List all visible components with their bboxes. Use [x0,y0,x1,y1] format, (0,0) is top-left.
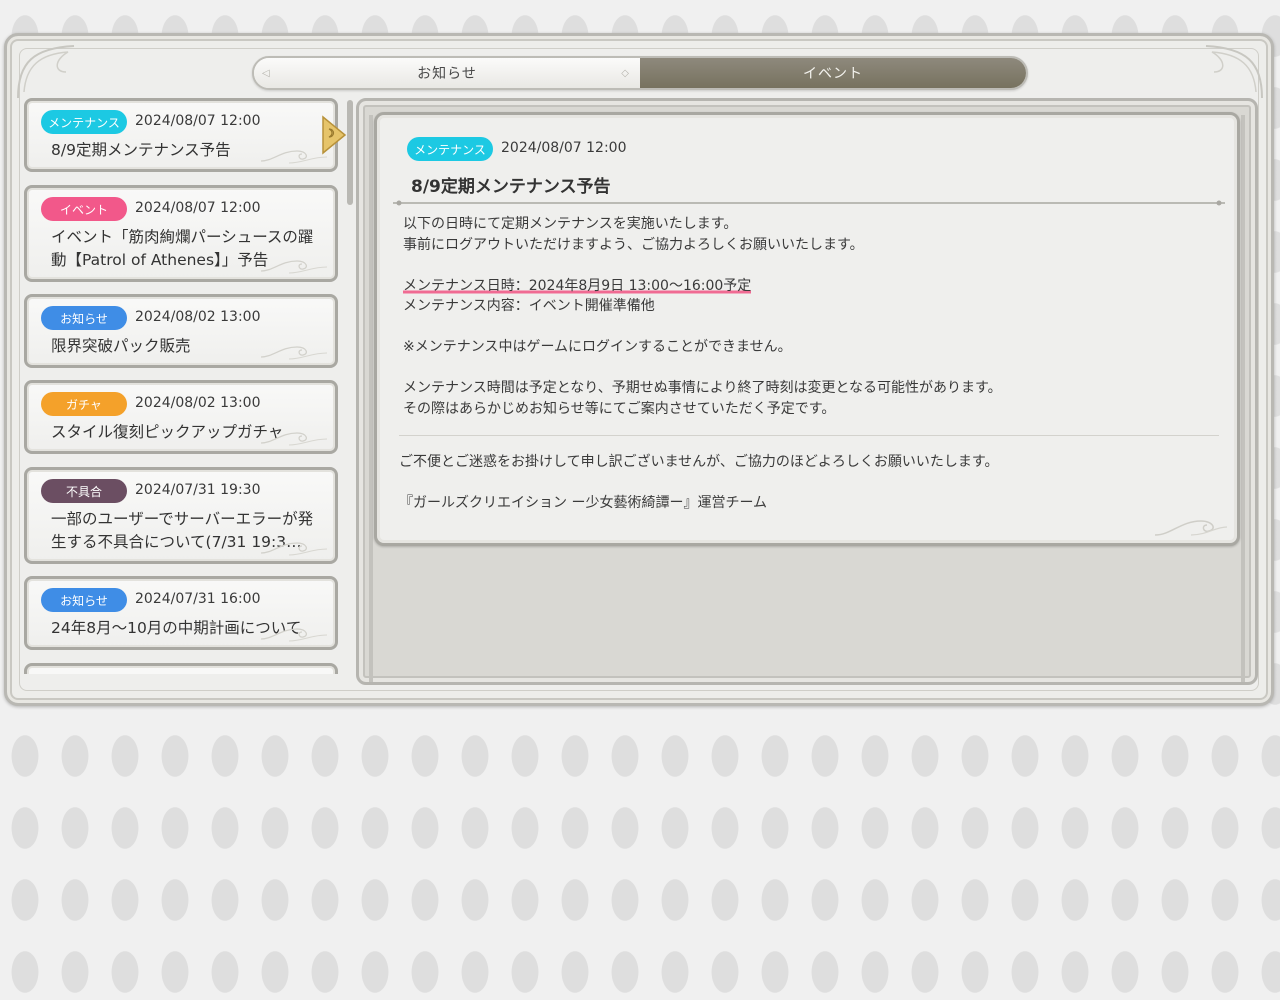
news-date: 2024/08/02 13:00 [135,395,261,411]
tab-label: お知らせ [417,66,477,82]
selected-pointer-icon [322,115,347,155]
card-flourish-icon [260,542,328,556]
detail-body-line: 以下の日時にて定期メンテナンスを実施いたします。 [403,216,738,232]
detail-body-line [403,255,1223,276]
news-list-item-partial[interactable] [24,663,338,674]
card-flourish-icon [260,260,328,274]
news-date: 2024/08/02 13:00 [135,309,261,325]
news-date: 2024/08/07 12:00 [135,200,261,216]
detail-footer-line: ご不便とご迷惑をお掛けして申し訳ございませんが、ご協力のほどよろしくお願いいたし… [399,454,999,470]
highlighted-maintenance-time: メンテナンス日時：2024年8月9日 13:00〜16:00予定 [403,277,752,294]
detail-body-line: その際はあらかじめお知らせ等にてご案内させていただく予定です。 [403,400,836,417]
tab-right-arrow-icon: ◇ [621,67,630,79]
detail-title-rule [393,200,1225,206]
tab-event[interactable]: イベント [640,58,1026,88]
news-list-scrollbar[interactable] [347,100,353,205]
category-badge: 不具合 [41,479,127,503]
detail-body: 以下の日時にて定期メンテナンスを実施いたします。事前にログアウトいただけますよう… [403,214,1223,419]
news-date: 2024/07/31 19:30 [135,482,261,498]
detail-body-line: ※メンテナンス中はゲームにログインすることができません。 [403,339,792,355]
card-flourish-icon [260,346,328,360]
category-badge: お知らせ [41,306,127,330]
detail-category-badge: メンテナンス [407,137,493,161]
detail-date: 2024/08/07 12:00 [501,140,627,156]
detail-body-line: メンテナンス内容：イベント開催準備他 [403,298,655,314]
corner-ornament-right [1205,45,1263,99]
news-list-item[interactable]: お知らせ 2024/08/02 13:00 限界突破パック販売 [24,294,338,368]
detail-corner-flourish-icon [1154,520,1228,536]
category-badge: イベント [41,197,127,221]
detail-footer-line: 『ガールズクリエイション ー少女藝術綺譚ー』運営チーム [399,495,768,511]
detail-rail-right [1241,115,1245,682]
tab-oshirase[interactable]: ◁ お知らせ ◇ [254,58,640,88]
news-list-item[interactable]: お知らせ 2024/07/31 16:00 24年8月〜10月の中期計画について [24,576,338,650]
detail-footer-line [399,473,1219,494]
corner-ornament-left [17,45,75,99]
tab-left-arrow-icon: ◁ [262,67,271,79]
detail-rail-left [369,115,373,682]
card-flourish-icon [260,432,328,446]
news-list-item[interactable]: イベント 2024/08/07 12:00 イベント「筋肉絢爛パーシュースの躍動【P… [24,185,338,282]
news-date: 2024/08/07 12:00 [135,113,261,129]
detail-title: 8/9定期メンテナンス予告 [411,177,611,197]
detail-body-line: メンテナンス日時：2024年8月9日 13:00〜16:00予定 [403,276,1223,297]
detail-body-line [403,317,1223,338]
detail-separator [399,435,1219,436]
category-badge: ガチャ [41,392,127,416]
detail-body-line: 事前にログアウトいただけますよう、ご協力よろしくお願いいたします。 [403,236,864,253]
detail-footer: ご不便とご迷惑をお掛けして申し訳ございませんが、ご協力のほどよろしくお願いいたし… [399,452,1219,514]
category-tabs: ◁ お知らせ ◇ イベント [252,56,1028,90]
card-flourish-icon [260,628,328,642]
detail-body-line: メンテナンス時間は予定となり、予期せぬ事情により終了時刻は変更となる可能性があり… [403,380,1002,396]
news-list-item[interactable]: ガチャ 2024/08/02 13:00 スタイル復刻ピックアップガチャ [24,380,338,454]
tab-label: イベント [803,66,863,82]
news-list-item[interactable]: メンテナンス 2024/08/07 12:00 8/9定期メンテナンス予告 [24,98,338,172]
detail-body-line [403,358,1223,379]
news-list-item[interactable]: 不具合 2024/07/31 19:30 一部のユーザーでサーバーエラーが発生する不… [24,467,338,564]
category-badge: お知らせ [41,588,127,612]
news-list[interactable]: メンテナンス 2024/08/07 12:00 8/9定期メンテナンス予告 イベント 2… [22,98,344,674]
card-flourish-icon [260,150,328,164]
detail-card: メンテナンス 2024/08/07 12:00 8/9定期メンテナンス予告 以下… [374,112,1240,546]
news-date: 2024/07/31 16:00 [135,591,261,607]
category-badge: メンテナンス [41,110,127,134]
